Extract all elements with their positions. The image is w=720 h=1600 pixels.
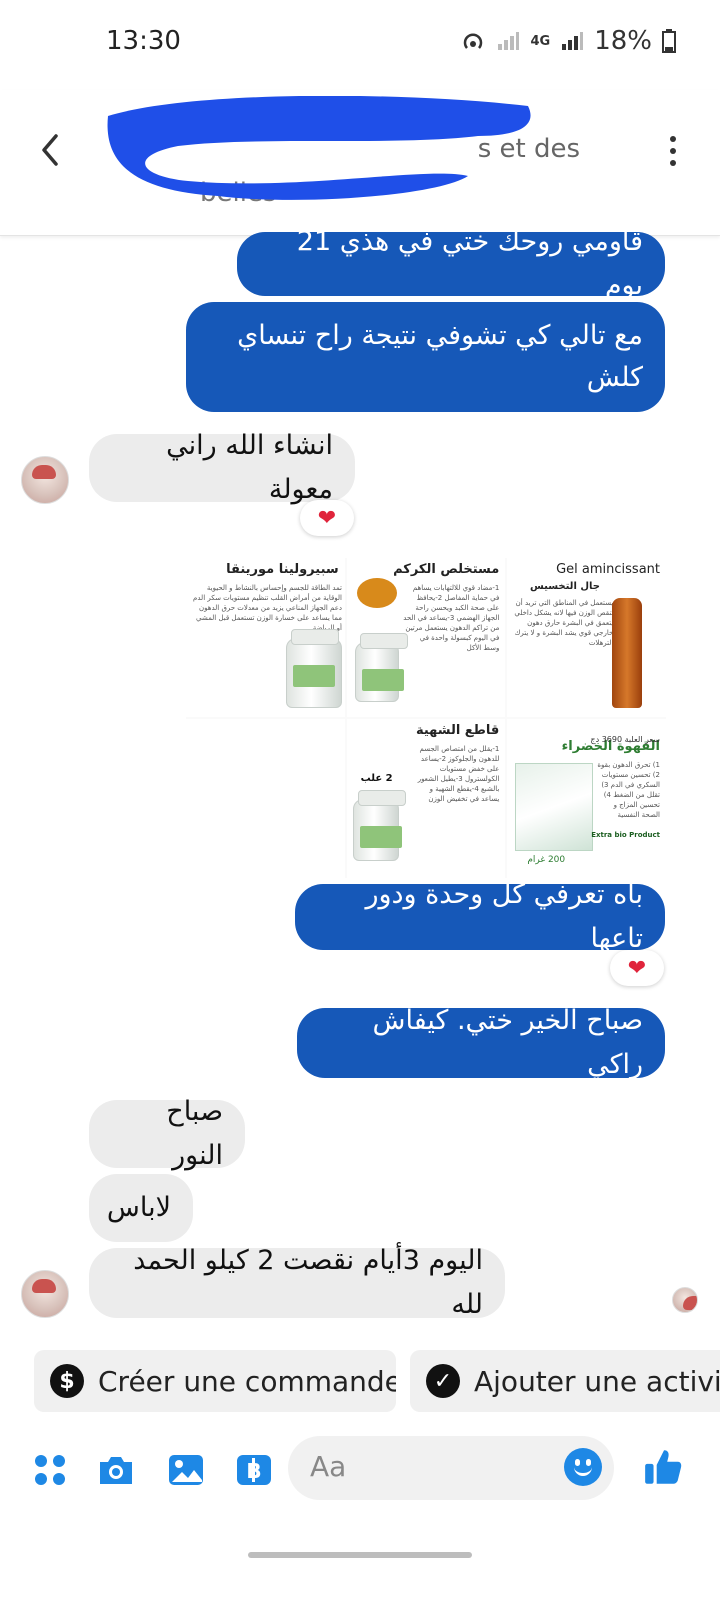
contact-avatar[interactable] [21, 456, 69, 504]
hotspot-icon [464, 33, 483, 49]
panel-price: سعر العلبة 3690 دج [590, 735, 660, 744]
product-panel-green-coffee: القهوة الخضراء سعر العلبة 3690 دج 1) تحر… [507, 719, 666, 878]
message-bubble-outgoing[interactable]: باه تعرفي كل وحدة ودور تاعها [295, 879, 665, 954]
panel-text: 1) تحرق الدهون بقوة 2) تحسين مستويات الس… [597, 761, 660, 819]
panel-title: قاطع الشهية [415, 723, 500, 738]
message-text: لاباس [106, 1192, 171, 1223]
back-arrow-icon[interactable] [36, 130, 66, 170]
supplement-jar [286, 629, 342, 708]
turmeric-spoon [356, 578, 397, 608]
seen-receipt-avatar [672, 1287, 698, 1313]
panel-text: 1-مضاد قوي للالتهابات يساهم في حماية الم… [403, 584, 500, 652]
message-bubble-incoming[interactable]: انشاء الله راني معولة [89, 430, 355, 505]
message-bubble-outgoing[interactable]: صباح الخير ختي. كيفاش راكي [297, 1005, 665, 1080]
panel-subtitle: جال التخسيس [530, 581, 600, 592]
message-bubble-outgoing[interactable]: مع تالي كي تشوفي نتيجة راح تنساي كلش [186, 302, 665, 412]
message-text: اليوم 3أيام نقصت 2 كيلو الحمد لله [133, 1245, 483, 1320]
apps-icon[interactable] [30, 1450, 70, 1490]
message-text: صباح الخير ختي. كيفاش راكي [372, 1005, 643, 1080]
panel-text: 1-يقلل من امتصاص الجسم للدهون والجلوكوز … [417, 745, 500, 803]
dollar-icon: $ [50, 1364, 84, 1398]
battery-icon [662, 29, 676, 53]
reaction-badge[interactable]: ❤ [300, 500, 354, 536]
gel-spray-bottle [612, 598, 642, 708]
panel-count: 2 علب [360, 773, 393, 784]
status-bar: 13:30 4G 18% [0, 0, 720, 90]
panel-title: Gel amincissant [556, 562, 660, 577]
product-info-image[interactable]: سبيرولينا مورينقا تمد الطاقة للجسم وإحسا… [186, 558, 666, 878]
payment-icon[interactable]: B [234, 1450, 274, 1490]
heart-icon: ❤ [627, 955, 647, 981]
like-icon[interactable] [642, 1446, 684, 1488]
emoji-icon[interactable] [564, 1448, 602, 1486]
redaction-scribble [107, 96, 531, 200]
status-icons: 4G 18% [460, 26, 676, 56]
message-text: انشاء الله راني معولة [166, 430, 333, 505]
product-panel-appetite: قاطع الشهية 1-يقلل من امتصاص الجسم للدهو… [346, 719, 506, 878]
product-panel-gel: Gel amincissant جال التخسيس يستعمل في ال… [507, 558, 666, 717]
panel-badge: Extra bio Product [591, 831, 660, 839]
signal-icon [498, 32, 520, 50]
product-panel-spirulina: سبيرولينا مورينقا تمد الطاقة للجسم وإحسا… [186, 558, 345, 717]
clock: 13:30 [106, 26, 181, 56]
reaction-badge[interactable]: ❤ [610, 950, 664, 986]
panel-title: سبيرولينا مورينقا [226, 562, 339, 577]
panel-text: يستعمل في المناطق التي تريد أن تنقص الوز… [514, 599, 614, 647]
conversation-header: s et des belles [0, 90, 720, 236]
home-indicator[interactable] [248, 1552, 472, 1558]
more-options-icon[interactable] [668, 136, 678, 166]
message-bubble-incoming[interactable]: صباح النور [89, 1096, 245, 1171]
panel-weight: 200 غرام [527, 855, 566, 865]
create-order-chip[interactable]: $ Créer une commande [34, 1350, 396, 1412]
signal-icon-2 [562, 32, 584, 50]
message-bubble-incoming[interactable]: اليوم 3أيام نقصت 2 كيلو الحمد لله [89, 1245, 505, 1320]
input-placeholder: Aa [310, 1450, 347, 1483]
message-bubble-incoming[interactable]: لاباس [89, 1174, 193, 1242]
product-panel-blank [186, 719, 345, 878]
chip-label: Ajouter une activi [474, 1364, 720, 1398]
panel-title: مستخلص الكركم [393, 562, 500, 577]
product-panel-turmeric: مستخلص الكركم 1-مضاد قوي للالتهابات يساه… [346, 558, 506, 717]
battery-level: 18% [594, 26, 652, 56]
green-coffee-box [515, 763, 594, 851]
supplement-jar [352, 790, 406, 861]
gallery-icon[interactable] [166, 1450, 206, 1490]
message-text: مع تالي كي تشوفي نتيجة راح تنساي كلش [237, 320, 643, 393]
message-text: صباح النور [166, 1096, 223, 1171]
supplement-jar [354, 633, 408, 702]
check-icon: ✓ [426, 1364, 460, 1398]
heart-icon: ❤ [317, 505, 337, 531]
contact-avatar[interactable] [21, 1270, 69, 1318]
message-bubble-outgoing[interactable]: قاومي روحك ختي في هذي 21 يوم [237, 226, 665, 301]
message-composer: B Aa [0, 1432, 720, 1508]
network-type: 4G [530, 33, 551, 49]
message-text: قاومي روحك ختي في هذي 21 يوم [296, 226, 643, 301]
chip-label: Créer une commande [98, 1364, 396, 1398]
camera-icon[interactable] [96, 1450, 136, 1490]
message-text: باه تعرفي كل وحدة ودور تاعها [365, 879, 643, 954]
message-input[interactable]: Aa [288, 1436, 614, 1500]
panel-text: تمد الطاقة للجسم وإحساس بالنشاط و الحيوي… [193, 584, 342, 632]
add-activity-chip[interactable]: ✓ Ajouter une activi [410, 1350, 720, 1412]
